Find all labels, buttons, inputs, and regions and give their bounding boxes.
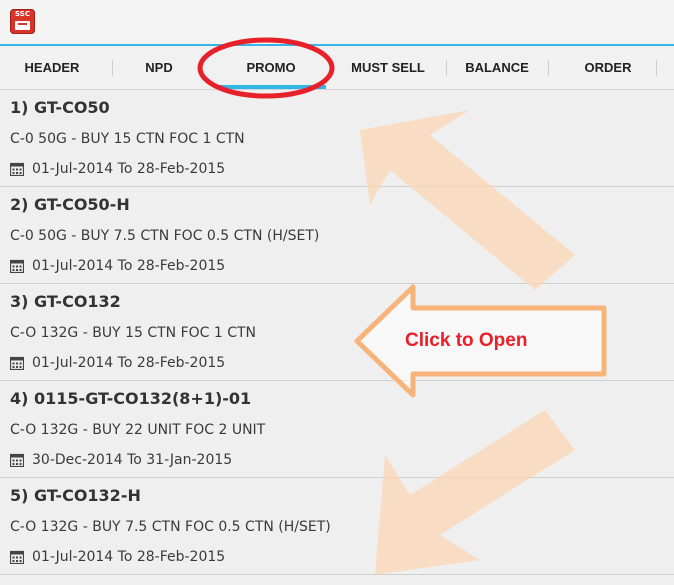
promo-date-range: 30-Dec-2014 To 31-Jan-2015 bbox=[32, 452, 233, 468]
calendar-icon bbox=[10, 453, 24, 467]
calendar-icon bbox=[10, 259, 24, 273]
tab-divider bbox=[656, 60, 657, 76]
promo-date-range: 01-Jul-2014 To 28-Feb-2015 bbox=[32, 355, 226, 371]
tab-balance[interactable]: BALANCE bbox=[447, 46, 547, 89]
promo-description: C-0 50G - BUY 7.5 CTN FOC 0.5 CTN (H/SET… bbox=[10, 228, 320, 244]
promo-title: 2) GT-CO50-H bbox=[10, 195, 130, 214]
tab-npd[interactable]: NPD bbox=[113, 46, 205, 89]
promo-description: C-O 132G - BUY 22 UNIT FOC 2 UNIT bbox=[10, 422, 266, 438]
click-to-open-label: Click to Open bbox=[405, 330, 528, 351]
app-logo-text: SSC bbox=[15, 10, 30, 18]
tab-must-sell[interactable]: MUST SELL bbox=[332, 46, 444, 89]
promo-list-item[interactable]: 3) GT-CO132 C-O 132G - BUY 15 CTN FOC 1 … bbox=[0, 284, 674, 381]
promo-description: C-O 132G - BUY 15 CTN FOC 1 CTN bbox=[10, 325, 257, 341]
promo-title: 4) 0115-GT-CO132(8+1)-01 bbox=[10, 389, 252, 408]
promo-title: 3) GT-CO132 bbox=[10, 292, 121, 311]
tab-bar: HEADER NPD PROMO MUST SELL BALANCE ORDER bbox=[0, 46, 674, 90]
promo-list-item[interactable]: 5) GT-CO132-H C-O 132G - BUY 7.5 CTN FOC… bbox=[0, 478, 674, 575]
calendar-icon bbox=[10, 356, 24, 370]
promo-date-range: 01-Jul-2014 To 28-Feb-2015 bbox=[32, 549, 226, 565]
calendar-icon bbox=[10, 550, 24, 564]
tab-header[interactable]: HEADER bbox=[0, 46, 104, 89]
promo-date-range: 01-Jul-2014 To 28-Feb-2015 bbox=[32, 258, 226, 274]
promo-list: 1) GT-CO50 C-0 50G - BUY 15 CTN FOC 1 CT… bbox=[0, 90, 674, 575]
promo-title: 5) GT-CO132-H bbox=[10, 486, 141, 505]
calendar-icon bbox=[10, 162, 24, 176]
promo-description: C-0 50G - BUY 15 CTN FOC 1 CTN bbox=[10, 131, 245, 147]
app-logo-icon[interactable]: SSC bbox=[10, 9, 35, 34]
promo-title: 1) GT-CO50 bbox=[10, 98, 110, 117]
promo-list-item[interactable]: 4) 0115-GT-CO132(8+1)-01 C-O 132G - BUY … bbox=[0, 381, 674, 478]
promo-date-range: 01-Jul-2014 To 28-Feb-2015 bbox=[32, 161, 226, 177]
tab-promo[interactable]: PROMO bbox=[210, 46, 332, 89]
promo-list-item[interactable]: 1) GT-CO50 C-0 50G - BUY 15 CTN FOC 1 CT… bbox=[0, 90, 674, 187]
promo-description: C-O 132G - BUY 7.5 CTN FOC 0.5 CTN (H/SE… bbox=[10, 519, 331, 535]
tab-order[interactable]: ORDER bbox=[549, 46, 667, 89]
action-bar: SSC bbox=[0, 0, 674, 46]
promo-list-item[interactable]: 2) GT-CO50-H C-0 50G - BUY 7.5 CTN FOC 0… bbox=[0, 187, 674, 284]
